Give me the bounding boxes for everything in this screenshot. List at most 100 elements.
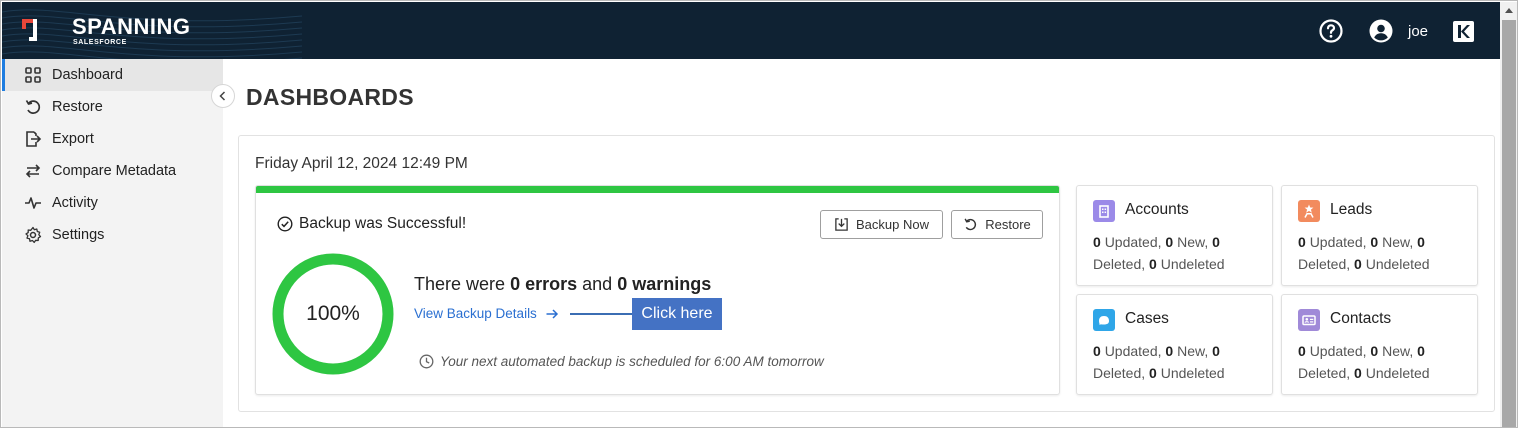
sidebar-item-restore[interactable]: Restore [2, 91, 223, 123]
user-avatar-icon[interactable] [1369, 19, 1393, 43]
chevron-left-icon [219, 91, 226, 101]
sidebar-item-dashboard[interactable]: Dashboard [2, 59, 223, 91]
backup-success-bar [256, 186, 1059, 193]
gear-icon [25, 226, 42, 244]
cases-card[interactable]: Cases 0 Updated, 0 New, 0 Deleted, 0 Und… [1076, 294, 1273, 395]
accounts-undeleted-count: 0 [1149, 256, 1157, 272]
accounts-card[interactable]: Accounts 0 Updated, 0 New, 0 Deleted, 0 … [1076, 185, 1273, 286]
errors-summary: There were 0 errors and 0 warnings [414, 274, 711, 295]
new-label: New, [1382, 343, 1414, 359]
accounts-updated-count: 0 [1093, 234, 1101, 250]
next-backup-text: Your next automated backup is scheduled … [440, 354, 824, 369]
accounts-new-count: 0 [1165, 234, 1174, 250]
leads-new-count: 0 [1370, 234, 1379, 250]
callout-connector [570, 313, 632, 315]
cases-undeleted-count: 0 [1149, 365, 1157, 381]
undeleted-label: Undeleted [1160, 365, 1225, 381]
sidebar-item-export[interactable]: Export [2, 123, 223, 155]
accounts-building-icon [1093, 200, 1115, 222]
k-app-icon[interactable] [1453, 21, 1474, 42]
next-backup-schedule: Your next automated backup is scheduled … [419, 354, 824, 369]
restore-button[interactable]: Restore [951, 210, 1043, 239]
deleted-label: Deleted, [1093, 365, 1146, 381]
leads-undeleted-count: 0 [1354, 256, 1362, 272]
leads-deleted-count: 0 [1417, 234, 1425, 250]
compare-arrows-icon [25, 164, 41, 178]
view-backup-details-label: View Backup Details [414, 306, 537, 321]
cases-updated-count: 0 [1093, 343, 1101, 359]
deleted-label: Deleted, [1298, 365, 1351, 381]
page-title: DASHBOARDS [246, 84, 414, 110]
contacts-card[interactable]: Contacts 0 Updated, 0 New, 0 Deleted, 0 … [1281, 294, 1478, 395]
contacts-title: Contacts [1330, 310, 1392, 327]
errors-prefix: There were [414, 274, 506, 294]
sidebar-item-compare-metadata[interactable]: Compare Metadata [2, 155, 223, 187]
dashboard-grid-icon [25, 67, 41, 83]
spanning-logo-icon[interactable] [22, 17, 46, 47]
backup-status-card: Backup was Successful! Backup Now Restor… [255, 185, 1060, 395]
undeleted-label: Undeleted [1365, 365, 1430, 381]
sidebar: Dashboard Restore Export Compare Metadat… [2, 59, 223, 427]
sidebar-item-settings[interactable]: Settings [2, 219, 223, 251]
leads-star-person-icon [1298, 200, 1320, 222]
sidebar-item-label: Activity [52, 195, 98, 211]
updated-label: Updated, [1104, 234, 1162, 250]
cases-briefcase-icon [1093, 309, 1115, 331]
backup-status-row: Backup was Successful! [277, 215, 466, 233]
restore-icon [964, 218, 977, 231]
new-label: New, [1382, 234, 1414, 250]
scroll-up-arrow-icon[interactable] [1505, 8, 1513, 13]
arrow-right-icon [546, 308, 558, 319]
backup-now-label: Backup Now [856, 217, 929, 232]
export-icon [26, 131, 42, 147]
sidebar-item-label: Compare Metadata [52, 163, 177, 179]
dashboard-date: Friday April 12, 2024 12:49 PM [255, 155, 468, 172]
cases-stats: 0 Updated, 0 New, 0 Deleted, 0 Undeleted [1093, 340, 1263, 384]
sidebar-item-label: Settings [52, 227, 105, 243]
check-circle-icon [277, 216, 293, 232]
user-name[interactable]: joe [1408, 23, 1428, 40]
cases-new-count: 0 [1165, 343, 1174, 359]
leads-card[interactable]: Leads 0 Updated, 0 New, 0 Deleted, 0 Und… [1281, 185, 1478, 286]
leads-updated-count: 0 [1298, 234, 1306, 250]
contacts-undeleted-count: 0 [1354, 365, 1362, 381]
restore-label: Restore [985, 217, 1031, 232]
undeleted-label: Undeleted [1365, 256, 1430, 272]
updated-label: Updated, [1104, 343, 1162, 359]
contacts-updated-count: 0 [1298, 343, 1306, 359]
contacts-new-count: 0 [1370, 343, 1379, 359]
sidebar-item-label: Dashboard [52, 67, 123, 83]
backup-status-text: Backup was Successful! [299, 215, 467, 232]
brand-name: SPANNING [72, 14, 191, 39]
leads-stats: 0 Updated, 0 New, 0 Deleted, 0 Undeleted [1298, 231, 1468, 275]
leads-title: Leads [1330, 201, 1373, 218]
deleted-label: Deleted, [1093, 256, 1146, 272]
download-box-icon [835, 218, 848, 231]
accounts-title: Accounts [1125, 201, 1189, 218]
warnings-count: 0 warnings [617, 274, 712, 294]
errors-count: 0 errors [510, 274, 578, 294]
cases-deleted-count: 0 [1212, 343, 1220, 359]
sidebar-item-activity[interactable]: Activity [2, 187, 223, 219]
cases-title: Cases [1125, 310, 1169, 327]
sidebar-item-label: Restore [52, 99, 103, 115]
sidebar-item-label: Export [52, 131, 94, 147]
restore-icon [25, 100, 41, 114]
errors-conjunction: and [582, 274, 613, 294]
sidebar-collapse-button[interactable] [211, 84, 235, 108]
view-backup-details-link[interactable]: View Backup Details [414, 306, 559, 321]
contacts-stats: 0 Updated, 0 New, 0 Deleted, 0 Undeleted [1298, 340, 1468, 384]
backup-now-button[interactable]: Backup Now [820, 210, 943, 239]
deleted-label: Deleted, [1298, 256, 1351, 272]
top-header: SPANNING SALESFORCE joe [2, 2, 1500, 59]
updated-label: Updated, [1309, 343, 1367, 359]
new-label: New, [1177, 343, 1209, 359]
help-icon[interactable] [1319, 19, 1343, 43]
scroll-thumb[interactable] [1502, 20, 1516, 427]
undeleted-label: Undeleted [1160, 256, 1225, 272]
vertical-scrollbar[interactable] [1500, 2, 1517, 427]
accounts-stats: 0 Updated, 0 New, 0 Deleted, 0 Undeleted [1093, 231, 1263, 275]
activity-pulse-icon [25, 197, 41, 209]
updated-label: Updated, [1309, 234, 1367, 250]
backup-progress-percent: 100% [306, 302, 360, 325]
